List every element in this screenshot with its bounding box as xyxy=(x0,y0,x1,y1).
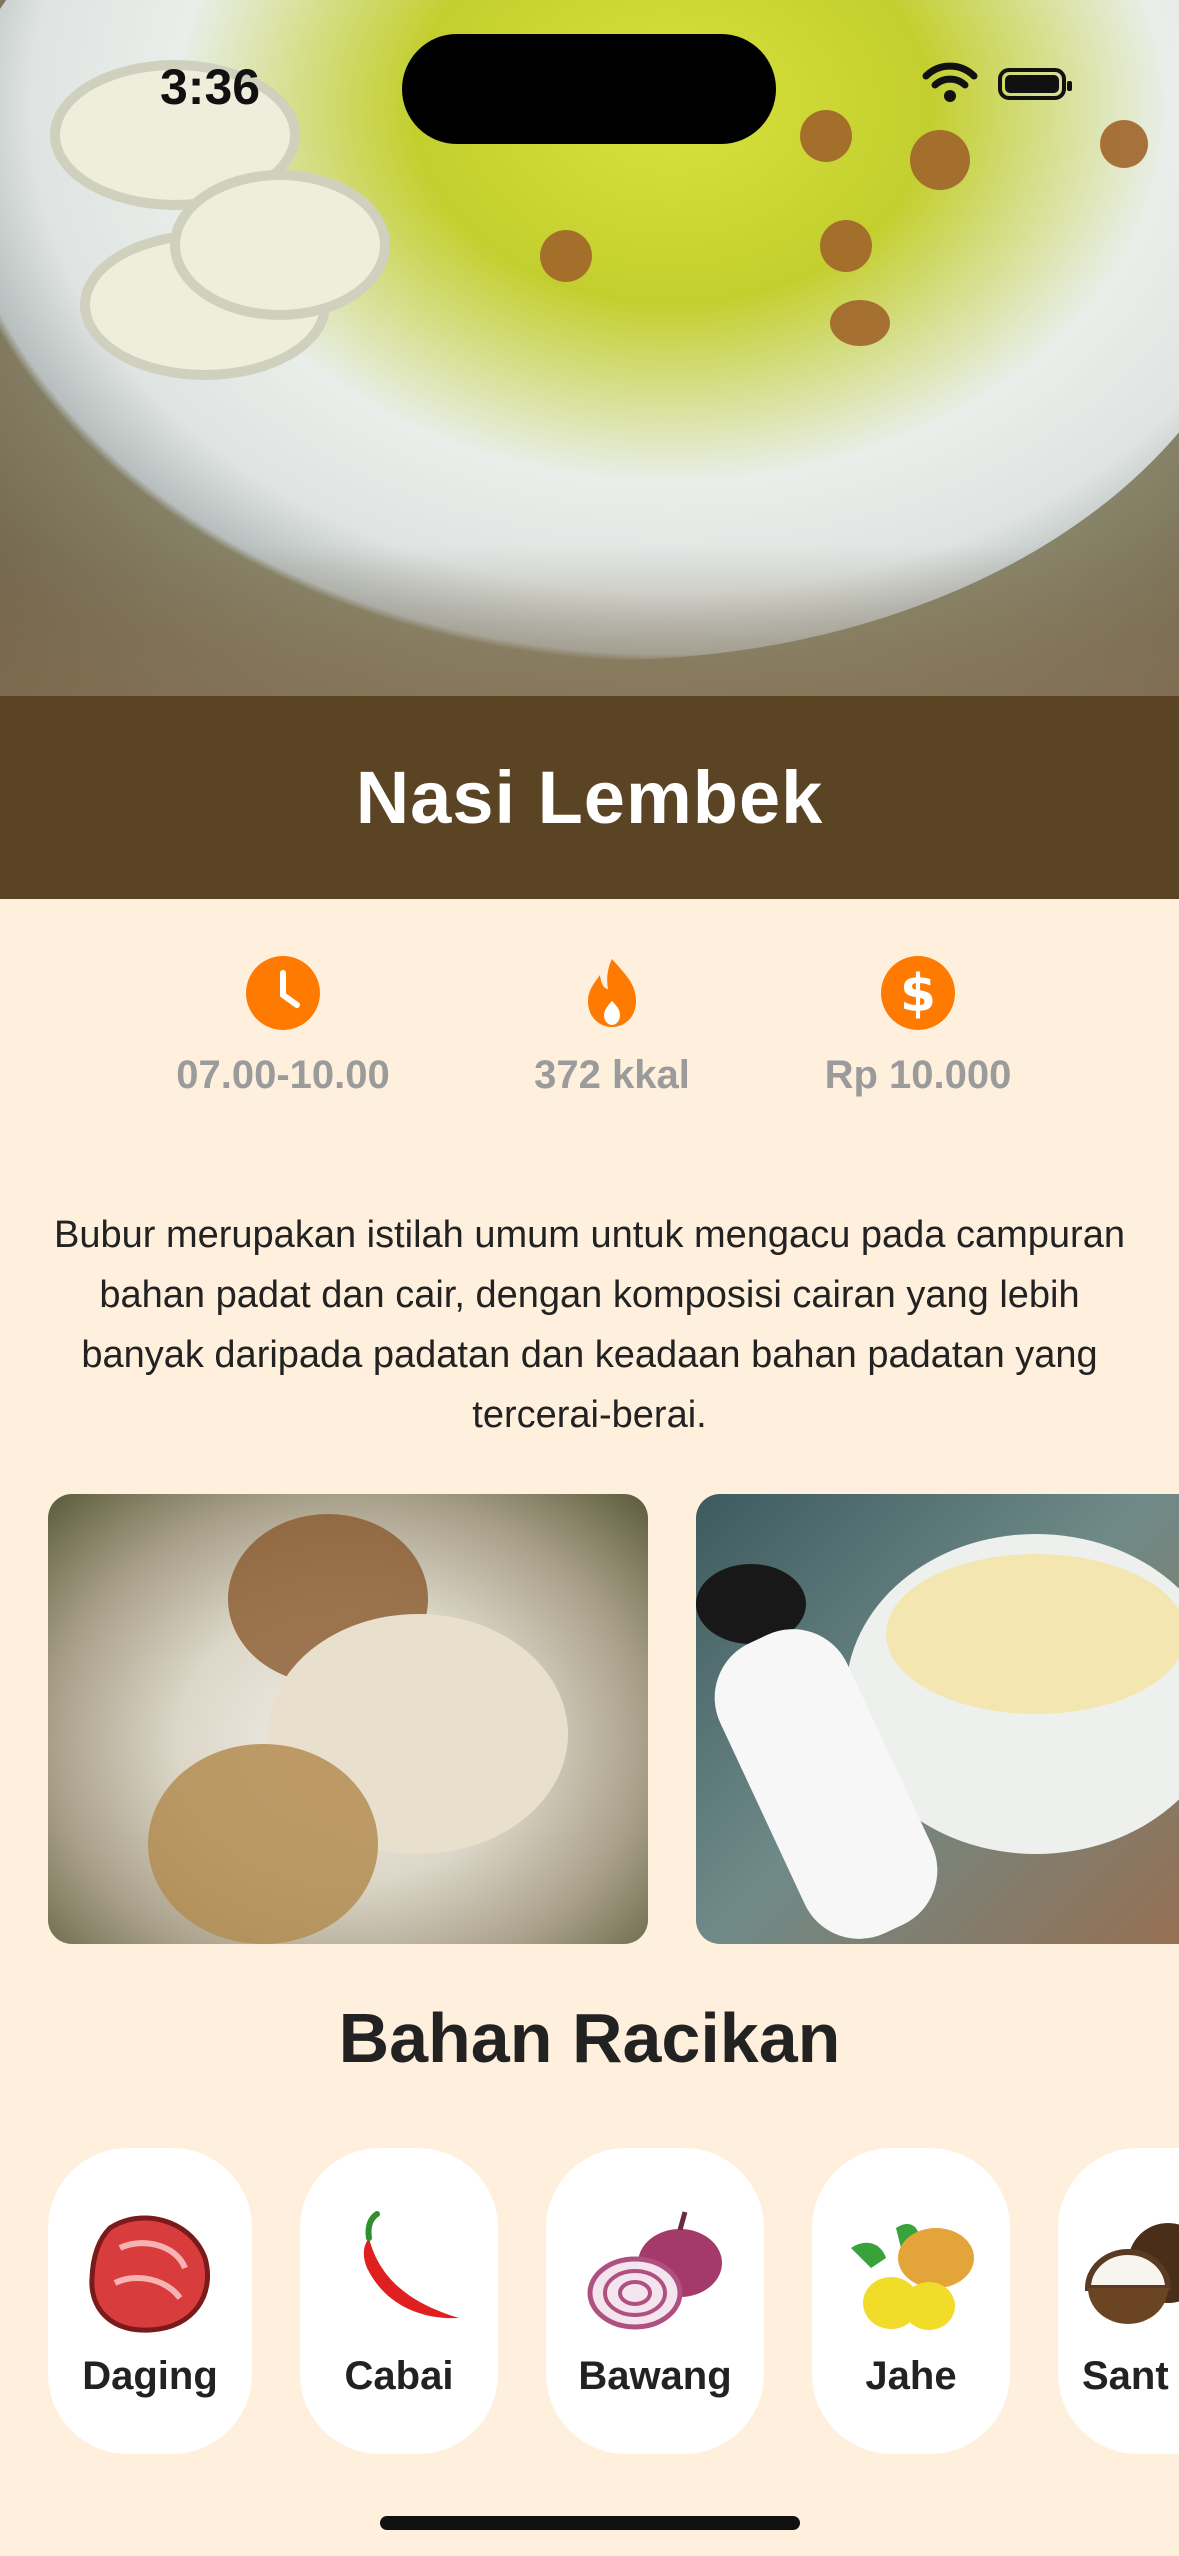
ingredient-label: Jahe xyxy=(865,2354,957,2398)
status-bar: 3:36 xyxy=(0,0,1179,170)
status-time: 3:36 xyxy=(160,59,261,115)
ingredient-label: Bawang xyxy=(578,2354,732,2398)
section-title: Bahan Racikan xyxy=(338,1999,841,2077)
stats-row: 07.00-10.00 372 kkal $ Rp 10.000 xyxy=(0,955,1179,1115)
home-indicator[interactable] xyxy=(380,2516,800,2530)
stat-price-value: Rp 10.000 xyxy=(824,1053,1012,1097)
ingredient-card-bawang[interactable]: Bawang xyxy=(546,2148,764,2454)
stat-price: $ Rp 10.000 xyxy=(758,955,1078,1098)
description-text: Bubur merupakan istilah umum untuk menga… xyxy=(54,1214,1125,1436)
battery-icon xyxy=(998,68,1072,100)
ingredient-card-daging[interactable]: Daging xyxy=(48,2148,252,2454)
ingredient-label: Daging xyxy=(82,2354,218,2398)
ginger-icon xyxy=(851,2223,974,2330)
title-bar: Nasi Lembek xyxy=(0,696,1179,899)
gallery-photo[interactable] xyxy=(696,1494,1179,1944)
wifi-icon xyxy=(922,62,978,102)
svg-text:$: $ xyxy=(900,964,936,1024)
photo-carousel[interactable] xyxy=(0,1494,1179,1944)
chili-icon xyxy=(363,2211,459,2319)
dollar-icon: $ xyxy=(881,956,955,1030)
gallery-photo[interactable] xyxy=(48,1494,648,1944)
ingredients-list[interactable]: Daging Cabai Bawang Jahe Sant xyxy=(0,2148,1179,2454)
onion-icon xyxy=(587,2211,722,2330)
ingredient-card-santan[interactable]: Sant xyxy=(1058,2148,1179,2454)
stat-time-value: 07.00-10.00 xyxy=(176,1053,390,1097)
ingredient-card-cabai[interactable]: Cabai xyxy=(300,2148,498,2454)
coconut-icon xyxy=(1084,2223,1179,2324)
ingredient-label: Cabai xyxy=(344,2354,454,2398)
fire-icon xyxy=(588,959,636,1027)
ingredient-label: Sant xyxy=(1082,2354,1169,2398)
meat-icon xyxy=(89,2215,211,2333)
stat-time: 07.00-10.00 xyxy=(123,955,443,1098)
ingredient-card-jahe[interactable]: Jahe xyxy=(812,2148,1010,2454)
stat-calories: 372 kkal xyxy=(452,955,772,1098)
clock-icon xyxy=(246,956,320,1030)
page-title: Nasi Lembek xyxy=(355,756,824,839)
stat-calories-value: 372 kkal xyxy=(534,1053,690,1097)
dynamic-island xyxy=(402,34,776,144)
